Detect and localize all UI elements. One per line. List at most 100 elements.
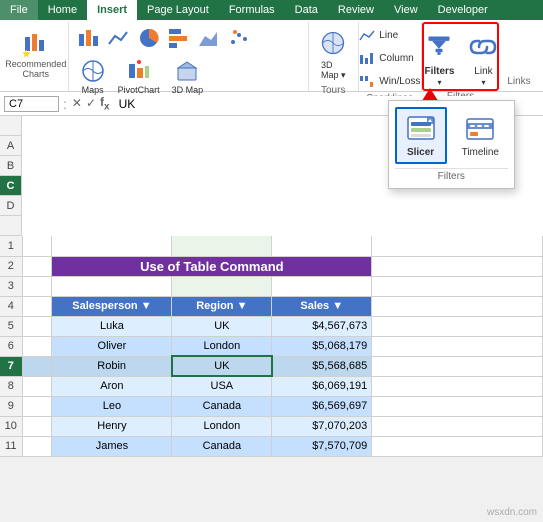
pivotchart-button[interactable]: PivotChart bbox=[113, 55, 165, 98]
cell-e8[interactable] bbox=[372, 376, 543, 396]
3dmap-button[interactable]: 3D Map bbox=[167, 55, 209, 98]
cell-c11[interactable]: Canada bbox=[172, 436, 272, 456]
col-header-e[interactable] bbox=[0, 216, 22, 236]
row-num-6[interactable]: 6 bbox=[0, 336, 22, 356]
cell-a8[interactable] bbox=[22, 376, 52, 396]
cell-b6[interactable]: Oliver bbox=[52, 336, 172, 356]
row-num-1[interactable]: 1 bbox=[0, 236, 22, 256]
cell-c4-header[interactable]: Region ▼ bbox=[172, 296, 272, 316]
cell-b10[interactable]: Henry bbox=[52, 416, 172, 436]
row-num-9[interactable]: 9 bbox=[0, 396, 22, 416]
cell-a5[interactable] bbox=[22, 316, 52, 336]
cell-c6[interactable]: London bbox=[172, 336, 272, 356]
cell-a4[interactable] bbox=[22, 296, 52, 316]
cell-a6[interactable] bbox=[22, 336, 52, 356]
cell-e3[interactable] bbox=[372, 276, 543, 296]
cell-b1[interactable] bbox=[52, 236, 172, 256]
cell-d8[interactable]: $6,069,191 bbox=[272, 376, 372, 396]
col-header-c[interactable]: C bbox=[0, 176, 22, 196]
cell-c10[interactable]: London bbox=[172, 416, 272, 436]
cell-a3[interactable] bbox=[22, 276, 52, 296]
3dmap-tours-button[interactable]: 3DMap ▾ bbox=[312, 24, 354, 84]
cell-a2[interactable] bbox=[22, 256, 52, 276]
column-chart-button[interactable] bbox=[75, 24, 103, 52]
pie-chart-button[interactable] bbox=[135, 24, 163, 52]
cell-e1[interactable] bbox=[372, 236, 543, 256]
tab-file[interactable]: File bbox=[0, 0, 38, 20]
cell-d6[interactable]: $5,068,179 bbox=[272, 336, 372, 356]
cell-d4-header[interactable]: Sales ▼ bbox=[272, 296, 372, 316]
cell-b4-header[interactable]: Salesperson ▼ bbox=[52, 296, 172, 316]
cell-e9[interactable] bbox=[372, 396, 543, 416]
cell-e7[interactable] bbox=[372, 356, 543, 376]
row-num-4[interactable]: 4 bbox=[0, 296, 22, 316]
cell-b11[interactable]: James bbox=[52, 436, 172, 456]
row-num-8[interactable]: 8 bbox=[0, 376, 22, 396]
scatter-chart-button[interactable] bbox=[225, 24, 253, 52]
area-chart-button[interactable] bbox=[195, 24, 223, 52]
column-sparkline-button[interactable]: Column bbox=[355, 47, 424, 69]
cell-c8[interactable]: USA bbox=[172, 376, 272, 396]
link-button[interactable]: Link ▾ bbox=[464, 26, 502, 90]
cell-d3[interactable] bbox=[272, 276, 372, 296]
cell-b5[interactable]: Luka bbox=[52, 316, 172, 336]
col-header-a[interactable]: A bbox=[0, 136, 22, 156]
cell-d9[interactable]: $6,569,697 bbox=[272, 396, 372, 416]
winloss-sparkline-button[interactable]: Win/Loss bbox=[355, 70, 424, 92]
cell-e11[interactable] bbox=[372, 436, 543, 456]
cell-b7[interactable]: Robin bbox=[52, 356, 172, 376]
cell-a10[interactable] bbox=[22, 416, 52, 436]
tab-data[interactable]: Data bbox=[285, 0, 328, 20]
cell-b8[interactable]: Aron bbox=[52, 376, 172, 396]
row-num-7[interactable]: 7 bbox=[0, 356, 22, 376]
timeline-button[interactable]: Timeline bbox=[453, 107, 508, 164]
cell-d1[interactable] bbox=[272, 236, 372, 256]
cell-b3[interactable] bbox=[52, 276, 172, 296]
tab-insert[interactable]: Insert bbox=[87, 0, 137, 20]
cell-d10[interactable]: $7,070,203 bbox=[272, 416, 372, 436]
cell-d5[interactable]: $4,567,673 bbox=[272, 316, 372, 336]
row-num-11[interactable]: 11 bbox=[0, 436, 22, 456]
col-header-b[interactable]: B bbox=[0, 156, 22, 176]
cancel-formula-icon[interactable]: ✕ bbox=[71, 95, 83, 111]
cell-reference[interactable] bbox=[4, 96, 59, 112]
tab-page-layout[interactable]: Page Layout bbox=[137, 0, 219, 20]
cell-a11[interactable] bbox=[22, 436, 52, 456]
cell-b2-title[interactable]: Use of Table Command bbox=[52, 256, 372, 276]
confirm-formula-icon[interactable]: ✓ bbox=[85, 95, 97, 111]
col-header-d[interactable]: D bbox=[0, 196, 22, 216]
cell-e10[interactable] bbox=[372, 416, 543, 436]
cell-c7[interactable]: UK bbox=[172, 356, 272, 376]
cell-e2[interactable] bbox=[372, 256, 543, 276]
line-chart-button[interactable] bbox=[105, 24, 133, 52]
cell-d7[interactable]: $5,568,685 bbox=[272, 356, 372, 376]
cell-c1[interactable] bbox=[172, 236, 272, 256]
cell-e5[interactable] bbox=[372, 316, 543, 336]
cell-b9[interactable]: Leo bbox=[52, 396, 172, 416]
insert-function-icon[interactable]: fx bbox=[99, 94, 111, 113]
filters-button[interactable]: Filters ▾ bbox=[418, 26, 460, 90]
cell-c5[interactable]: UK bbox=[172, 316, 272, 336]
cell-e6[interactable] bbox=[372, 336, 543, 356]
cell-c3[interactable] bbox=[172, 276, 272, 296]
row-num-10[interactable]: 10 bbox=[0, 416, 22, 436]
cell-c9[interactable]: Canada bbox=[172, 396, 272, 416]
row-num-2[interactable]: 2 bbox=[0, 256, 22, 276]
line-sparkline-button[interactable]: Line bbox=[355, 24, 424, 46]
tab-formulas[interactable]: Formulas bbox=[219, 0, 285, 20]
cell-a9[interactable] bbox=[22, 396, 52, 416]
tab-developer[interactable]: Developer bbox=[428, 0, 498, 20]
row-num-5[interactable]: 5 bbox=[0, 316, 22, 336]
cell-d11[interactable]: $7,570,709 bbox=[272, 436, 372, 456]
cell-a1[interactable] bbox=[22, 236, 52, 256]
tab-view[interactable]: View bbox=[384, 0, 428, 20]
bar-chart-button[interactable] bbox=[165, 24, 193, 52]
cell-e4[interactable] bbox=[372, 296, 543, 316]
maps-button[interactable]: Maps bbox=[75, 55, 111, 98]
cell-a7[interactable] bbox=[22, 356, 52, 376]
recommended-charts-button[interactable]: ⭐ RecommendedCharts bbox=[0, 24, 71, 83]
tab-home[interactable]: Home bbox=[38, 0, 87, 20]
row-num-3[interactable]: 3 bbox=[0, 276, 22, 296]
tab-review[interactable]: Review bbox=[328, 0, 384, 20]
slicer-button[interactable]: Slicer bbox=[395, 107, 447, 164]
